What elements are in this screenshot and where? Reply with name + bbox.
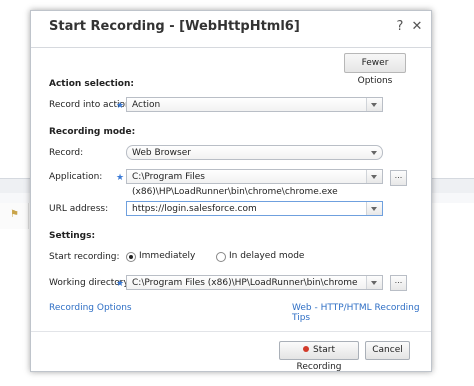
delayed-mode-label[interactable]: In delayed mode <box>229 251 304 261</box>
record-into-combo[interactable]: Action <box>126 97 383 112</box>
application-value: C:\Program Files (x86)\HP\LoadRunner\bin… <box>132 172 338 197</box>
start-recording-button[interactable]: Start Recording <box>279 341 359 372</box>
recording-mode-heading: Recording mode: <box>49 127 136 137</box>
close-icon[interactable]: ✕ <box>408 18 426 36</box>
required-star-icon: ★ <box>116 101 125 111</box>
recording-tips-link[interactable]: Web - HTTP/HTML Recording Tips <box>292 303 431 323</box>
start-recording-dialog: Start Recording - [WebHttpHtml6] ? ✕ Few… <box>30 10 432 372</box>
background-flag-icon: ⚑ <box>10 209 19 220</box>
dialog-title: Start Recording - [WebHttpHtml6] <box>49 19 300 34</box>
recording-options-link[interactable]: Recording Options <box>49 303 132 313</box>
required-star-icon: ★ <box>116 279 125 289</box>
record-into-value: Action <box>132 100 161 110</box>
record-type-value: Web Browser <box>132 148 191 158</box>
chevron-down-icon[interactable] <box>366 170 382 183</box>
cancel-button[interactable]: Cancel <box>365 341 410 360</box>
url-address-label: URL address: <box>49 204 109 214</box>
record-icon <box>303 345 309 352</box>
fewer-options-button[interactable]: Fewer Options <box>344 53 406 86</box>
working-directory-combo[interactable]: C:\Program Files (x86)\HP\LoadRunner\bin… <box>126 275 383 290</box>
required-star-icon: ★ <box>116 173 125 183</box>
dialog-titlebar: Start Recording - [WebHttpHtml6] ? ✕ <box>31 11 431 47</box>
immediately-label[interactable]: Immediately <box>139 251 195 261</box>
working-directory-browse-button[interactable]: ... <box>390 275 407 291</box>
application-browse-button[interactable]: ... <box>390 170 407 186</box>
url-address-value: https://login.salesforce.com <box>132 204 257 214</box>
chevron-down-icon[interactable] <box>366 202 382 215</box>
chevron-down-icon[interactable] <box>366 276 382 289</box>
record-type-combo[interactable]: Web Browser <box>126 145 383 160</box>
immediately-radio[interactable] <box>126 252 136 262</box>
action-selection-heading: Action selection: <box>49 79 134 89</box>
application-label: Application: <box>49 172 103 182</box>
working-directory-value: C:\Program Files (x86)\HP\LoadRunner\bin… <box>132 278 358 288</box>
record-label: Record: <box>49 148 84 158</box>
settings-heading: Settings: <box>49 231 96 241</box>
start-recording-label: Start recording: <box>49 252 120 262</box>
url-address-input[interactable]: https://login.salesforce.com <box>126 201 383 216</box>
help-icon[interactable]: ? <box>391 18 409 36</box>
chevron-down-icon[interactable] <box>367 146 382 159</box>
chevron-down-icon[interactable] <box>366 98 382 111</box>
footer-divider <box>31 331 431 332</box>
application-combo[interactable]: C:\Program Files (x86)\HP\LoadRunner\bin… <box>126 169 383 197</box>
delayed-mode-radio[interactable] <box>216 252 226 262</box>
